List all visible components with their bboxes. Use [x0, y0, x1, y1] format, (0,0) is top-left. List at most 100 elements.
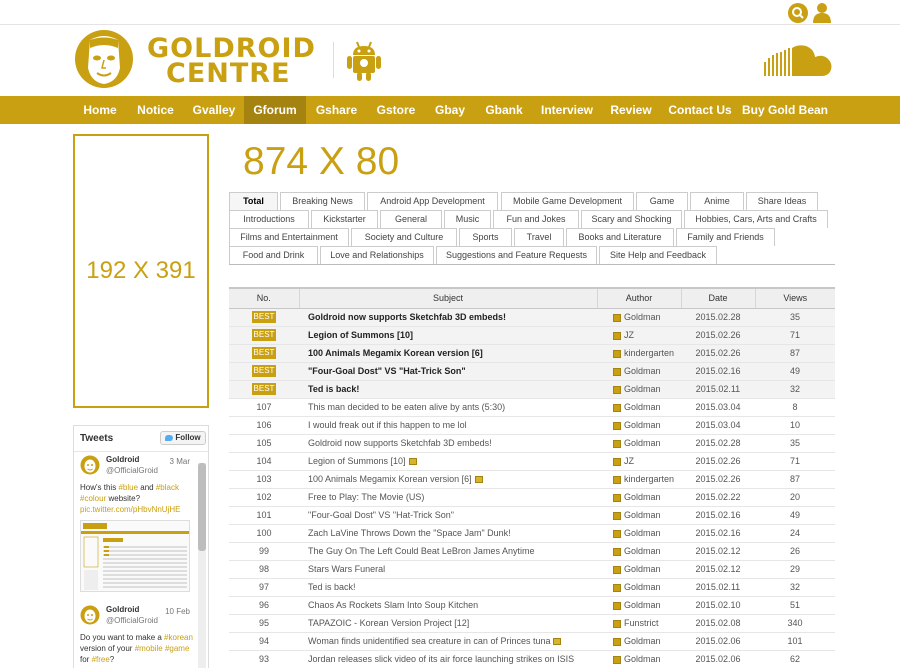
tab-travel[interactable]: Travel [514, 228, 564, 246]
search-icon[interactable] [788, 3, 808, 23]
tweet-link[interactable]: pic.twitter.com/pHbvNnUjHE [80, 505, 180, 514]
cell-subject[interactable]: Goldroid now supports Sketchfab 3D embed… [299, 308, 597, 327]
tab-scary-and-shocking[interactable]: Scary and Shocking [581, 210, 682, 228]
hashtag-link[interactable]: #korean [164, 633, 193, 642]
post-subject-link[interactable]: Jordan releases slick video of its air f… [308, 654, 574, 664]
author-name[interactable]: Goldman [624, 402, 661, 412]
table-row[interactable]: BEST Goldroid now supports Sketchfab 3D e… [229, 308, 835, 327]
nav-item-review[interactable]: Review [601, 96, 661, 124]
cell-subject[interactable]: Chaos As Rockets Slam Into Soup Kitchen [299, 596, 597, 615]
tab-food-and-drink[interactable]: Food and Drink [229, 246, 318, 264]
author-name[interactable]: Goldman [624, 510, 661, 520]
table-row[interactable]: 97 Ted is back! Goldman 2015.02.11 32 [229, 578, 835, 597]
post-subject-link[interactable]: Woman finds unidentified sea creature in… [308, 636, 550, 646]
tweet-author-handle[interactable]: @OfficialGroid [106, 466, 158, 475]
author-name[interactable]: Goldman [624, 582, 661, 592]
tab-general[interactable]: General [380, 210, 442, 228]
tweet-image-thumbnail[interactable] [80, 520, 190, 592]
tab-fun-and-jokes[interactable]: Fun and Jokes [493, 210, 579, 228]
column-header-views[interactable]: Views [754, 287, 835, 309]
post-subject-link[interactable]: "Four-Goal Dost" VS "Hat-Trick Son" [308, 510, 454, 520]
cell-author[interactable]: Goldman [597, 362, 681, 381]
tab-introductions[interactable]: Introductions [229, 210, 309, 228]
hashtag-link[interactable]: #blue [118, 483, 138, 492]
goldroid-face-logo[interactable] [73, 28, 135, 90]
author-name[interactable]: Goldman [624, 600, 661, 610]
avatar[interactable] [80, 455, 100, 475]
table-row[interactable]: BEST Ted is back! Goldman 2015.02.11 32 [229, 380, 835, 399]
cell-subject[interactable]: "Four-Goal Dost" VS "Hat-Trick Son" [299, 506, 597, 525]
post-subject-link[interactable]: 100 Animals Megamix Korean version [6] [308, 348, 483, 358]
post-subject-link[interactable]: This man decided to be eaten alive by an… [308, 402, 505, 412]
post-subject-link[interactable]: "Four-Goal Dost" VS "Hat-Trick Son" [308, 366, 466, 376]
tab-sports[interactable]: Sports [459, 228, 512, 246]
nav-item-gbay[interactable]: Gbay [425, 96, 475, 124]
cell-subject[interactable]: Legion of Summons [10] [299, 452, 597, 471]
nav-item-contact-us[interactable]: Contact Us [661, 96, 739, 124]
post-subject-link[interactable]: 100 Animals Megamix Korean version [6] [308, 474, 472, 484]
author-name[interactable]: Goldman [624, 654, 661, 664]
tab-family-and-friends[interactable]: Family and Friends [676, 228, 775, 246]
table-row[interactable]: 105 Goldroid now supports Sketchfab 3D em… [229, 434, 835, 453]
nav-item-gforum[interactable]: Gforum [244, 96, 306, 124]
author-name[interactable]: Goldman [624, 564, 661, 574]
table-row[interactable]: BEST "Four-Goal Dost" VS "Hat-Trick Son" G… [229, 362, 835, 381]
tab-anime[interactable]: Anime [690, 192, 744, 210]
hashtag-link[interactable]: #game [165, 644, 189, 653]
author-name[interactable]: Goldman [624, 528, 661, 538]
cell-author[interactable]: Goldman [597, 542, 681, 561]
cell-subject[interactable]: 100 Animals Megamix Korean version [6] [299, 470, 597, 489]
cell-author[interactable]: Goldman [597, 524, 681, 543]
nav-item-buy-gold-bean[interactable]: Buy Gold Bean [739, 96, 831, 124]
soundcloud-icon[interactable] [764, 44, 834, 78]
user-icon[interactable] [812, 2, 832, 23]
post-subject-link[interactable]: Goldroid now supports Sketchfab 3D embed… [308, 438, 492, 448]
nav-item-gvalley[interactable]: Gvalley [184, 96, 244, 124]
tab-society-and-culture[interactable]: Society and Culture [351, 228, 457, 246]
author-name[interactable]: Goldman [624, 546, 661, 556]
table-row[interactable]: 104 Legion of Summons [10] JZ 2015.02.26 71 [229, 452, 835, 471]
follow-button[interactable]: Follow [160, 431, 206, 445]
cell-subject[interactable]: Ted is back! [299, 578, 597, 597]
tab-suggestions-and-feature-requests[interactable]: Suggestions and Feature Requests [436, 246, 597, 264]
column-header-date[interactable]: Date [680, 287, 755, 309]
cell-author[interactable]: JZ [597, 452, 681, 471]
cell-subject[interactable]: Zach LaVine Throws Down the "Space Jam" … [299, 524, 597, 543]
table-row[interactable]: 102 Free to Play: The Movie (US) Goldman 20… [229, 488, 835, 507]
tab-android-app-development[interactable]: Android App Development [367, 192, 498, 210]
author-name[interactable]: kindergarten [624, 474, 674, 484]
tab-kickstarter[interactable]: Kickstarter [311, 210, 378, 228]
cell-subject[interactable]: Woman finds unidentified sea creature in… [299, 632, 597, 651]
hashtag-link[interactable]: #black [156, 483, 179, 492]
tweet-author-handle[interactable]: @OfficialGroid [106, 616, 158, 625]
cell-subject[interactable]: TAPAZOIC - Korean Version Project [12] [299, 614, 597, 633]
tab-game[interactable]: Game [636, 192, 688, 210]
tab-total[interactable]: Total [229, 192, 278, 210]
scrollbar-thumb[interactable] [198, 463, 206, 551]
cell-author[interactable]: Goldman [597, 578, 681, 597]
post-subject-link[interactable]: Chaos As Rockets Slam Into Soup Kitchen [308, 600, 478, 610]
cell-author[interactable]: Goldman [597, 416, 681, 435]
post-subject-link[interactable]: Goldroid now supports Sketchfab 3D embed… [308, 312, 506, 322]
cell-subject[interactable]: I would freak out if this happen to me l… [299, 416, 597, 435]
hashtag-link[interactable]: #colour [80, 494, 106, 503]
post-subject-link[interactable]: Zach LaVine Throws Down the "Space Jam" … [308, 528, 511, 538]
table-row[interactable]: 107 This man decided to be eaten alive by… [229, 398, 835, 417]
column-header-no[interactable]: No. [229, 287, 299, 309]
column-header-subject[interactable]: Subject [298, 287, 597, 309]
post-subject-link[interactable]: Legion of Summons [10] [308, 456, 406, 466]
cell-subject[interactable]: "Four-Goal Dost" VS "Hat-Trick Son" [299, 362, 597, 381]
table-row[interactable]: 93 Jordan releases slick video of its air… [229, 650, 835, 668]
logo-text-centre[interactable]: CENTRE [166, 60, 291, 87]
author-name[interactable]: Goldman [624, 366, 661, 376]
tweet-date[interactable]: 10 Feb [165, 607, 190, 616]
author-name[interactable]: Goldman [624, 438, 661, 448]
table-row[interactable]: BEST 100 Animals Megamix Korean version [… [229, 344, 835, 363]
table-row[interactable]: BEST Legion of Summons [10] JZ 2015.02.26 71 [229, 326, 835, 345]
post-subject-link[interactable]: Ted is back! [308, 384, 359, 394]
post-subject-link[interactable]: I would freak out if this happen to me l… [308, 420, 467, 430]
cell-author[interactable]: Goldman [597, 650, 681, 668]
cell-subject[interactable]: The Guy On The Left Could Beat LeBron Ja… [299, 542, 597, 561]
table-row[interactable]: 99 The Guy On The Left Could Beat LeBron … [229, 542, 835, 561]
cell-subject[interactable]: This man decided to be eaten alive by an… [299, 398, 597, 417]
